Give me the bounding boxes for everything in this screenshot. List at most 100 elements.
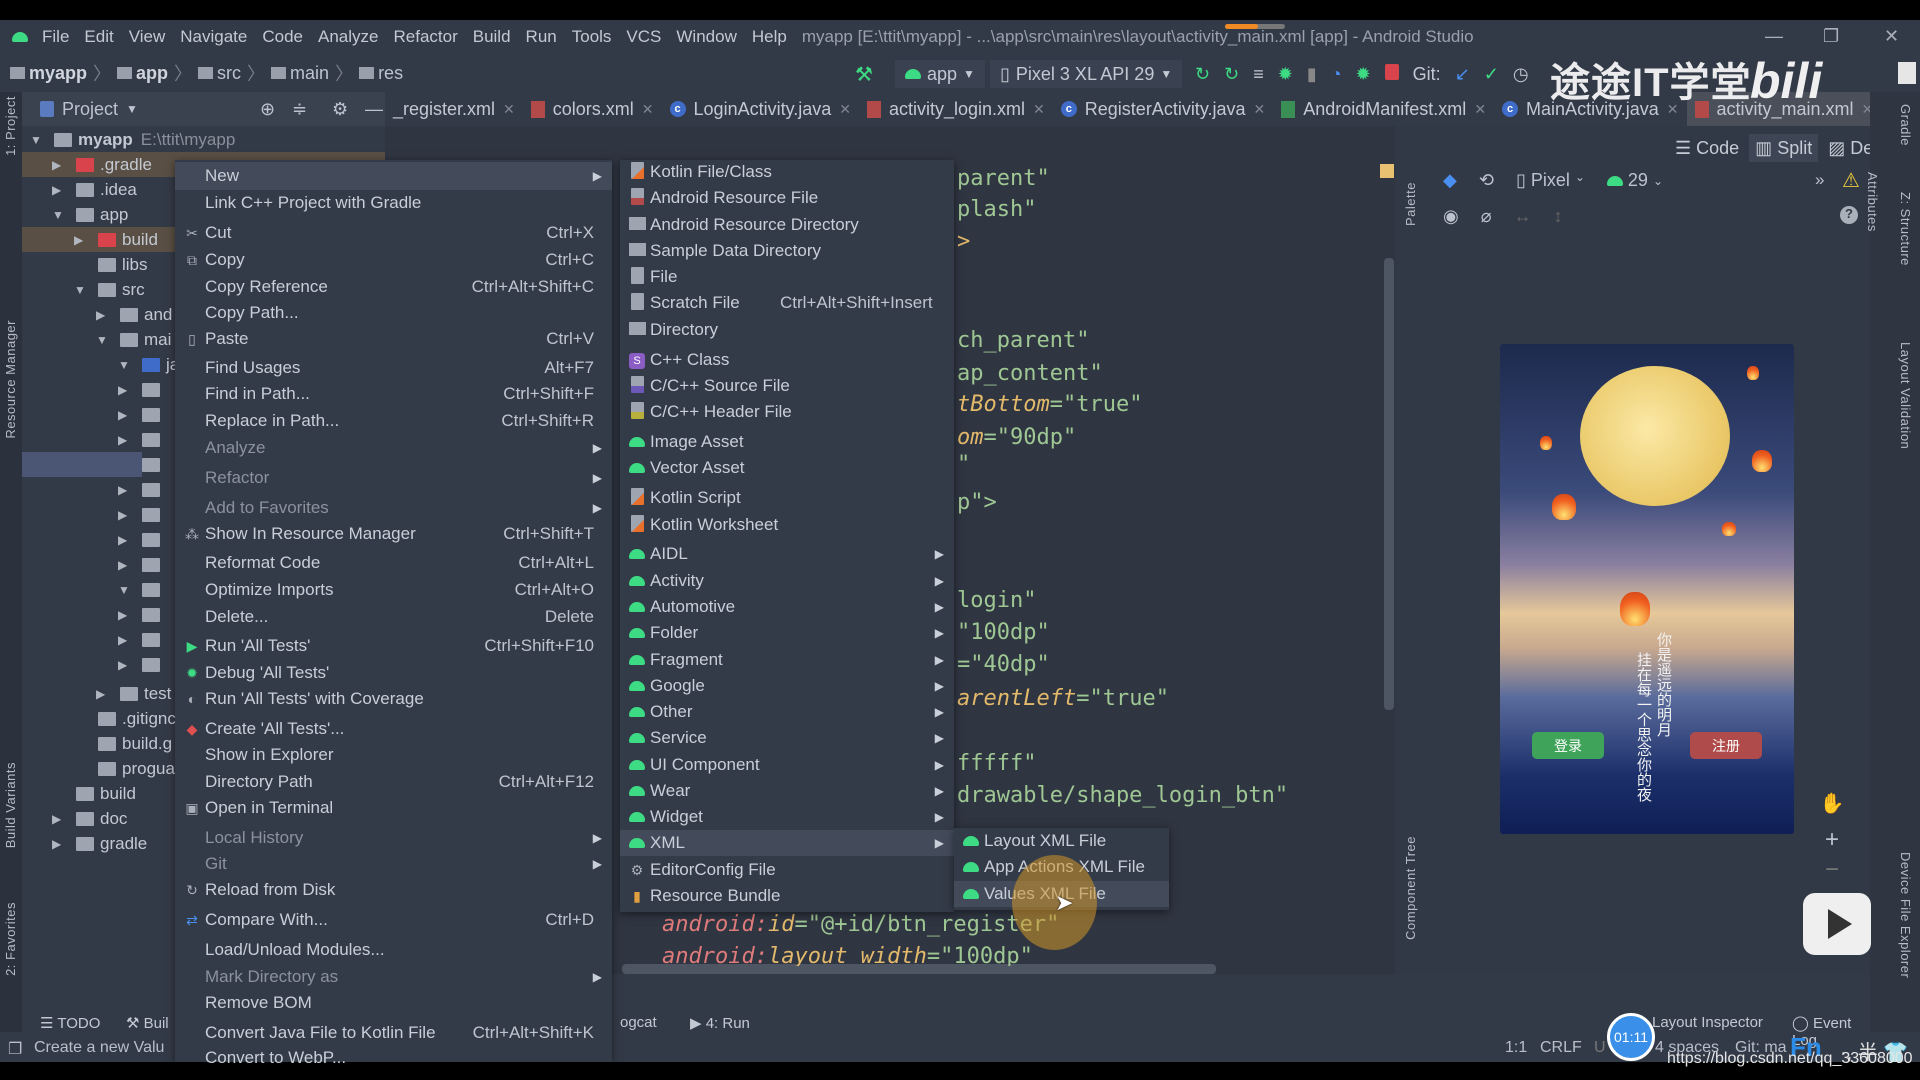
menu-build[interactable]: Build bbox=[473, 27, 511, 47]
menu-item-xml[interactable]: XML ▶ bbox=[620, 830, 954, 856]
user-avatar-icon[interactable] bbox=[1898, 62, 1916, 84]
menu-edit[interactable]: Edit bbox=[84, 27, 113, 47]
line-separator[interactable]: CRLF bbox=[1540, 1039, 1582, 1057]
menu-tools[interactable]: Tools bbox=[572, 27, 612, 47]
menu-item-remove-bom[interactable]: Remove BOM bbox=[175, 990, 612, 1016]
menu-vcs[interactable]: VCS bbox=[626, 27, 661, 47]
menu-item-kotlin-script[interactable]: Kotlin Script bbox=[620, 485, 954, 511]
menu-item-resource-bundle[interactable]: ▮ Resource Bundle bbox=[620, 883, 954, 909]
minimize-button[interactable]: — bbox=[1765, 26, 1783, 47]
run-config-dropdown[interactable]: app ▼ bbox=[895, 60, 985, 88]
hide-panel-icon[interactable]: — bbox=[365, 99, 383, 120]
debug-icon[interactable]: ✹ bbox=[1278, 64, 1293, 85]
menu-item-delete[interactable]: Delete... Delete bbox=[175, 604, 612, 630]
menu-item-compare-with[interactable]: ⇄ Compare With... Ctrl+D bbox=[175, 907, 612, 933]
menu-item-copy-reference[interactable]: Copy Reference Ctrl+Alt+Shift+C bbox=[175, 274, 612, 300]
menu-item-optimize-imports[interactable]: Optimize Imports Ctrl+Alt+O bbox=[175, 577, 612, 603]
tab-activity-login-xml[interactable]: activity_login.xml ✕ bbox=[859, 92, 1053, 126]
menu-code[interactable]: Code bbox=[262, 27, 303, 47]
menu-item-android-resource-directory[interactable]: Android Resource Directory bbox=[620, 212, 954, 238]
breadcrumb-item[interactable]: res bbox=[359, 63, 403, 84]
menu-run[interactable]: Run bbox=[526, 27, 557, 47]
breadcrumb-item[interactable]: main bbox=[271, 63, 329, 84]
menu-item-load-unload-modules[interactable]: Load/Unload Modules... bbox=[175, 937, 612, 963]
split-mode-button[interactable]: ▥ Split bbox=[1749, 134, 1819, 162]
caret-position[interactable]: 1:1 bbox=[1505, 1039, 1527, 1057]
menu-navigate[interactable]: Navigate bbox=[180, 27, 247, 47]
menu-item-mark-directory-as[interactable]: Mark Directory as ▶ bbox=[175, 964, 612, 990]
layout-preview[interactable]: 你是遥远的明月 挂在每一个思念你的夜 登录 注册 bbox=[1500, 344, 1794, 834]
stop-icon[interactable] bbox=[1384, 63, 1399, 85]
layers-icon[interactable]: ◆ bbox=[1443, 170, 1457, 191]
apply-code-changes-icon[interactable]: ↻ bbox=[1224, 64, 1239, 85]
menu-item-git[interactable]: Git ▶ bbox=[175, 851, 612, 877]
menu-item-android-resource-file[interactable]: Android Resource File bbox=[620, 185, 954, 211]
logcat-tab[interactable]: ogcat bbox=[620, 1014, 657, 1031]
maximize-button[interactable]: ❐ bbox=[1823, 26, 1839, 47]
coverage-icon[interactable]: ▮ bbox=[1307, 64, 1317, 85]
menu-item-replace-in-path[interactable]: Replace in Path... Ctrl+Shift+R bbox=[175, 408, 612, 434]
menu-item-create-all-tests[interactable]: ◆ Create 'All Tests'... bbox=[175, 716, 612, 742]
menu-item-sample-data-directory[interactable]: Sample Data Directory bbox=[620, 238, 954, 264]
menu-item-service[interactable]: Service ▶ bbox=[620, 725, 954, 751]
menu-item-activity[interactable]: Activity ▶ bbox=[620, 568, 954, 594]
tab-colors-xml[interactable]: colors.xml ✕ bbox=[523, 92, 662, 126]
inspection-indicator[interactable] bbox=[1380, 164, 1394, 178]
menu-refactor[interactable]: Refactor bbox=[393, 27, 457, 47]
menu-item-directory-path[interactable]: Directory Path Ctrl+Alt+F12 bbox=[175, 769, 612, 795]
breadcrumb-item[interactable]: src bbox=[198, 63, 241, 84]
profile-icon[interactable]: ◔ bbox=[1331, 64, 1342, 85]
menu-item-reload-from-disk[interactable]: ↻ Reload from Disk bbox=[175, 877, 612, 903]
zoom-in-icon[interactable]: + bbox=[1815, 826, 1849, 860]
menu-item-vector-asset[interactable]: Vector Asset bbox=[620, 455, 954, 481]
menu-item-run-all-tests-with-coverage[interactable]: ◐ Run 'All Tests' with Coverage bbox=[175, 686, 612, 712]
logcat-icon[interactable]: ≡ bbox=[1253, 64, 1264, 85]
menu-item-new[interactable]: New ▶ bbox=[175, 162, 612, 190]
menu-item-show-in-explorer[interactable]: Show in Explorer bbox=[175, 742, 612, 768]
menu-item-copy[interactable]: ⧉ Copy Ctrl+C bbox=[175, 247, 612, 273]
menu-window[interactable]: Window bbox=[676, 27, 736, 47]
api-dropdown[interactable]: 29 ⌄ bbox=[1606, 170, 1663, 191]
menu-item-google[interactable]: Google ▶ bbox=[620, 673, 954, 699]
pan-hand-icon[interactable]: ✋ bbox=[1815, 786, 1849, 820]
menu-item-kotlin-file-class[interactable]: Kotlin File/Class bbox=[620, 159, 954, 185]
menu-item-c-c-header-file[interactable]: C/C++ Header File bbox=[620, 399, 954, 425]
preview-register-button[interactable]: 注册 bbox=[1690, 732, 1762, 759]
menu-item-find-in-path[interactable]: Find in Path... Ctrl+Shift+F bbox=[175, 381, 612, 407]
menu-item-folder[interactable]: Folder ▶ bbox=[620, 620, 954, 646]
menu-item-automotive[interactable]: Automotive ▶ bbox=[620, 594, 954, 620]
close-tab-icon[interactable]: ✕ bbox=[1033, 101, 1045, 118]
menu-item-open-in-terminal[interactable]: ▣ Open in Terminal bbox=[175, 795, 612, 821]
menu-item-kotlin-worksheet[interactable]: Kotlin Worksheet bbox=[620, 512, 954, 538]
menu-item-analyze[interactable]: Analyze ▶ bbox=[175, 435, 612, 461]
menu-item-widget[interactable]: Widget ▶ bbox=[620, 804, 954, 830]
apply-changes-icon[interactable]: ↻ bbox=[1195, 64, 1210, 85]
attributes-tool-button[interactable]: Attributes bbox=[1865, 172, 1880, 232]
more-icon[interactable]: » bbox=[1815, 170, 1824, 190]
device-file-explorer-tool-button[interactable]: Device File Explorer bbox=[1898, 852, 1913, 978]
git-commit-icon[interactable]: ✓ bbox=[1484, 64, 1499, 85]
tree-item-res[interactable] bbox=[22, 452, 142, 477]
menu-item-convert-to-webp[interactable]: Convert to WebP... bbox=[175, 1045, 612, 1071]
preview-login-button[interactable]: 登录 bbox=[1532, 732, 1604, 759]
layout-inspector-tab[interactable]: Layout Inspector bbox=[1652, 1014, 1763, 1031]
menu-item-convert-java-file-to-kotlin-file[interactable]: Convert Java File to Kotlin File Ctrl+Alt… bbox=[175, 1020, 612, 1046]
close-tab-icon[interactable]: ✕ bbox=[839, 101, 851, 118]
project-tool-button[interactable]: 1: Project bbox=[3, 96, 18, 156]
todo-tab[interactable]: ☰ TODO bbox=[40, 1014, 100, 1032]
menu-file[interactable]: File bbox=[42, 27, 69, 47]
menu-item-link-c-project-with-gradle[interactable]: Link C++ Project with Gradle bbox=[175, 190, 612, 216]
editor-vertical-scrollbar[interactable] bbox=[1384, 258, 1394, 710]
menu-item-find-usages[interactable]: Find Usages Alt+F7 bbox=[175, 355, 612, 381]
menu-view[interactable]: View bbox=[129, 27, 166, 47]
device-dropdown-design[interactable]: ▯ Pixel ⌄ bbox=[1516, 170, 1585, 191]
tab--register-xml[interactable]: _register.xml ✕ bbox=[385, 92, 523, 126]
warning-icon[interactable]: ⚠ bbox=[1842, 168, 1860, 193]
collapse-all-icon[interactable]: ≑ bbox=[292, 99, 307, 120]
tab-loginactivity-java[interactable]: c LoginActivity.java ✕ bbox=[662, 92, 859, 126]
menu-item-local-history[interactable]: Local History ▶ bbox=[175, 825, 612, 851]
tree-root[interactable]: ▼ myapp E:\ttit\myapp bbox=[22, 127, 385, 152]
close-tab-icon[interactable]: ✕ bbox=[1474, 101, 1486, 118]
build-hammer-icon[interactable]: ⚒ bbox=[855, 60, 873, 88]
encoding[interactable]: U bbox=[1594, 1039, 1606, 1057]
